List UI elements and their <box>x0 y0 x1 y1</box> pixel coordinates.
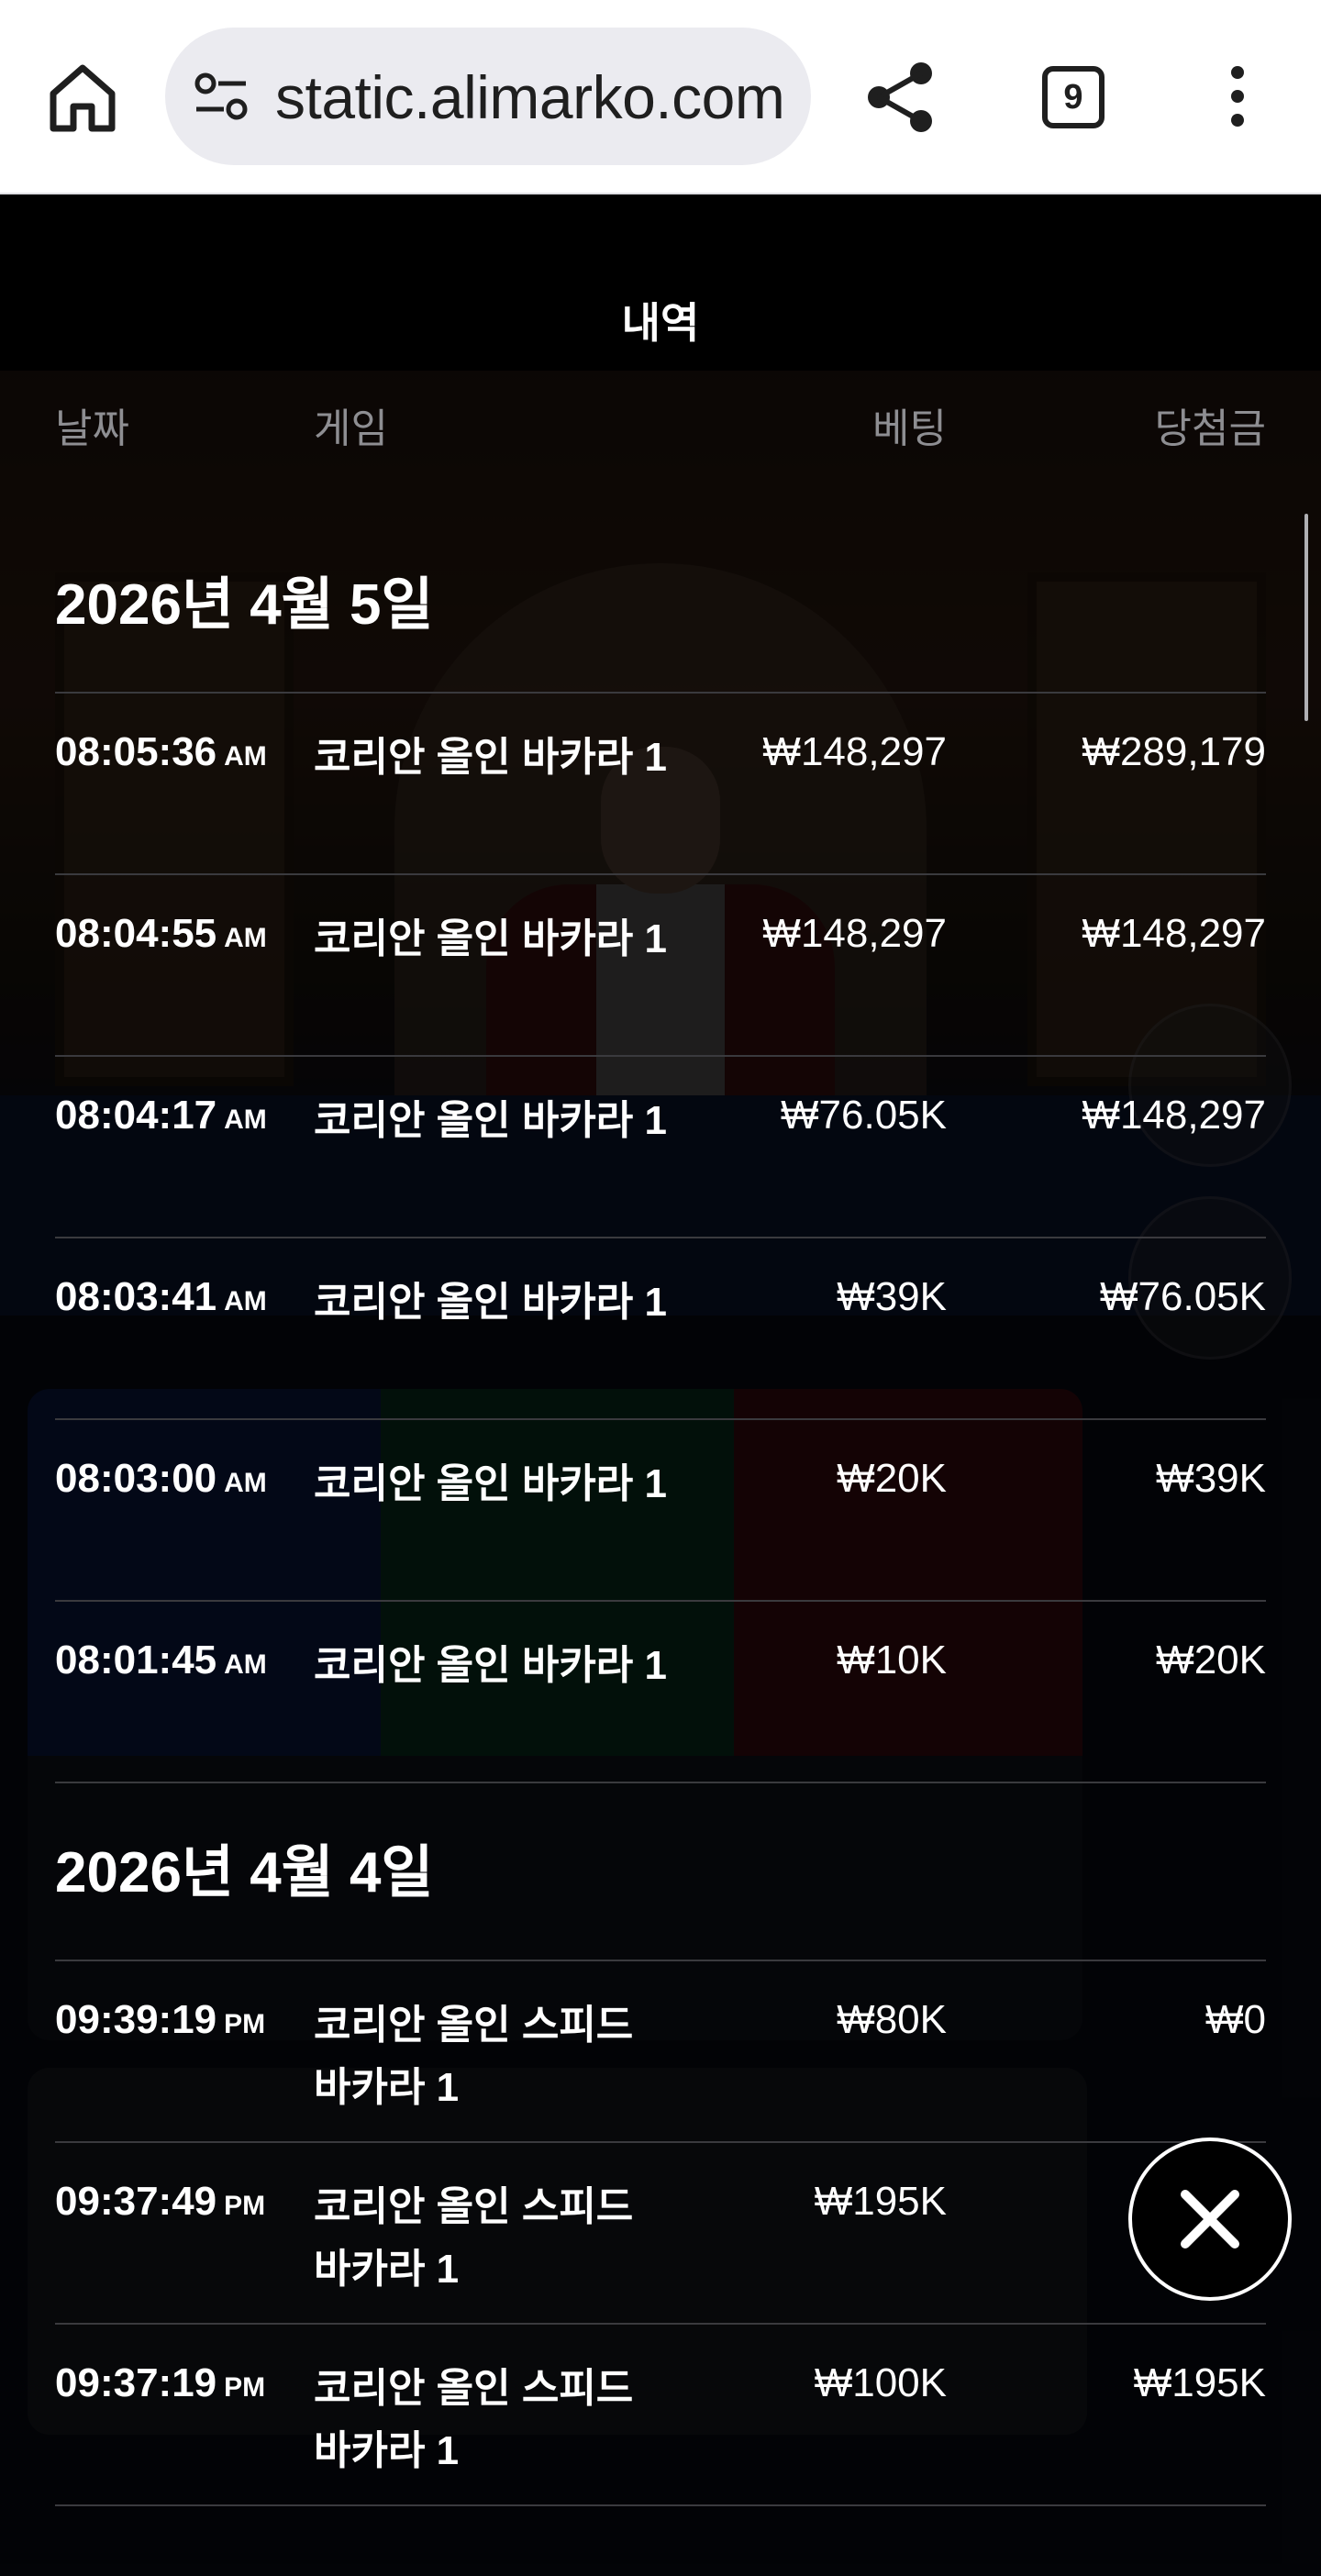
tune-icon[interactable] <box>193 69 250 124</box>
row-win: ₩148,297 <box>1082 1093 1266 1138</box>
row-bet: ₩76.05K <box>781 1093 947 1138</box>
scrollbar[interactable] <box>1304 514 1308 721</box>
row-bet: ₩80K <box>837 1997 947 2042</box>
row-time: 09:39:19 PM <box>55 1997 266 2042</box>
row-bet: ₩148,297 <box>762 911 947 956</box>
row-bet: ₩10K <box>837 1638 947 1682</box>
row-bet: ₩20K <box>837 1456 947 1501</box>
row-time: 08:01:45 AM <box>55 1638 267 1682</box>
row-win: ₩39K <box>1156 1456 1266 1501</box>
date-heading: 2026년 4월 5일 <box>55 573 434 637</box>
row-time: 09:37:49 PM <box>55 2179 266 2224</box>
row-win: ₩289,179 <box>1082 729 1266 774</box>
column-header-bet: 베팅 <box>872 406 947 451</box>
history-row[interactable]: 09:39:19 PM 코리안 올인 스피드 바카라 1 ₩80K ₩0 <box>55 1960 1266 2140</box>
row-win: ₩195K <box>1133 2360 1266 2405</box>
history-row[interactable]: 08:01:45 AM 코리안 올인 바카라 1 ₩10K ₩20K <box>55 1600 1266 1783</box>
close-button[interactable] <box>1128 2137 1292 2301</box>
column-header-date: 날짜 <box>55 406 129 451</box>
history-header: 내역 <box>0 196 1321 371</box>
row-bet: ₩100K <box>814 2360 947 2405</box>
address-bar[interactable]: static.alimarko.com <box>165 28 811 165</box>
column-header-game: 게임 <box>314 406 388 451</box>
date-heading: 2026년 4월 4일 <box>55 1841 434 1904</box>
row-time: 08:04:17 AM <box>55 1093 267 1138</box>
history-row[interactable]: 08:03:41 AM 코리안 올인 바카라 1 ₩39K ₩76.05K <box>55 1237 1266 1417</box>
row-time: 09:37:19 PM <box>55 2360 266 2405</box>
tabs-icon[interactable]: 9 <box>1042 66 1105 128</box>
row-time: 08:04:55 AM <box>55 911 267 956</box>
history-row[interactable]: 08:04:55 AM 코리안 올인 바카라 1 ₩148,297 ₩148,29… <box>55 873 1266 1054</box>
history-row[interactable]: 08:03:00 AM 코리안 올인 바카라 1 ₩20K ₩39K <box>55 1418 1266 1599</box>
row-time: 08:03:41 AM <box>55 1274 267 1319</box>
history-row[interactable]: 09:37:49PM 코리안 올인 스피드 바카라 1 ₩195K ₩0 <box>55 2141 1266 2322</box>
row-win: ₩148,297 <box>1082 911 1266 956</box>
row-bet: ₩148,297 <box>762 729 947 774</box>
row-bet: ₩39K <box>837 1274 947 1319</box>
row-time: 08:05:36 AM <box>55 729 267 774</box>
home-icon[interactable] <box>46 61 119 134</box>
close-icon <box>1181 2190 1239 2248</box>
row-win: ₩20K <box>1156 1638 1266 1682</box>
row-bet: ₩195K <box>814 2179 947 2224</box>
history-row[interactable]: 08:05:36 AM 코리안 올인 바카라 1 ₩148,297 ₩289,17… <box>55 692 1266 872</box>
history-row[interactable]: 08:04:17 AM 코리안 올인 바카라 1 ₩76.05K ₩148,297 <box>55 1055 1266 1236</box>
more-vert-icon[interactable] <box>1220 64 1257 128</box>
row-win: ₩0 <box>1205 1997 1266 2042</box>
url-text[interactable]: static.alimarko.com <box>275 62 785 132</box>
browser-toolbar: static.alimarko.com 9 <box>0 0 1321 194</box>
row-time: 08:03:00 AM <box>55 1456 267 1501</box>
column-header-win: 당첨금 <box>1154 406 1266 451</box>
history-row[interactable]: 09:37:19 PM 코리안 올인 스피드 바카라 1 ₩100K ₩195K <box>55 2323 1266 2506</box>
share-icon[interactable] <box>862 59 939 136</box>
row-win: ₩76.05K <box>1100 1274 1266 1319</box>
page-title: 내역 <box>621 299 700 347</box>
